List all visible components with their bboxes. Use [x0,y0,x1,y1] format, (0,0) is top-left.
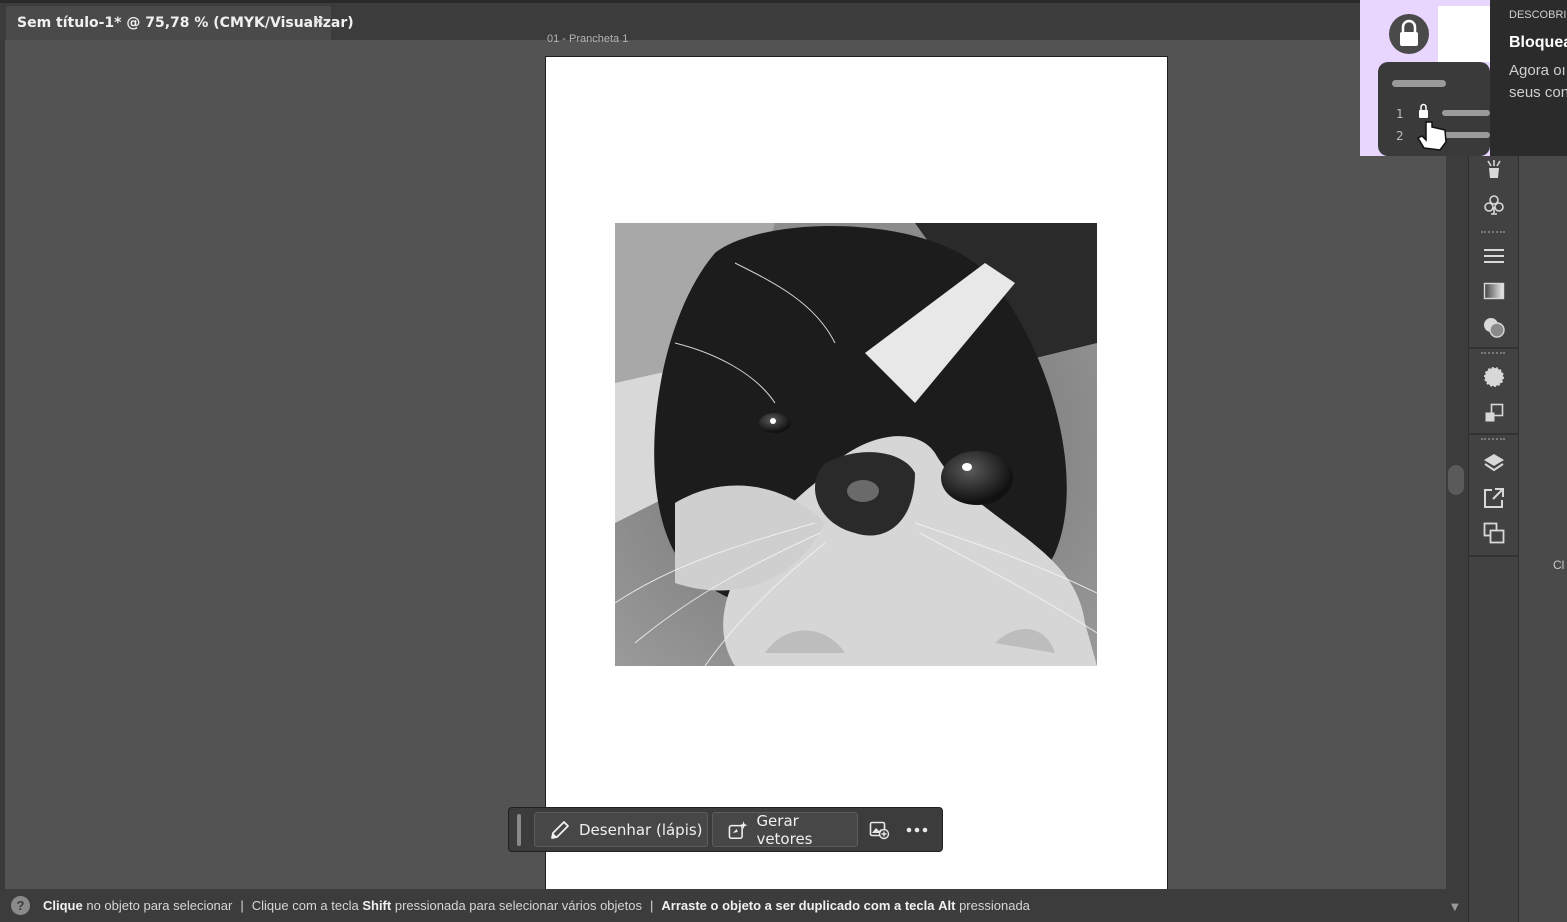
pencil-icon [551,820,569,839]
transform-icon[interactable] [1481,400,1507,426]
hint-shift-rest: pressionada para selecionar vários objet… [394,898,642,913]
export-icon[interactable] [1481,485,1507,511]
discover-popup[interactable]: 1 2 DESCOBRIR Bloquea Agora oı seus con [1360,0,1567,156]
cat-photo-image [615,223,1097,666]
scrollbar-thumb[interactable] [1448,465,1464,495]
hint-alt-key: Alt [938,898,956,913]
image-options-icon [869,821,890,840]
cat-photo[interactable] [615,223,1097,666]
panel-group-grip[interactable] [1481,438,1505,443]
hint-shift-bold: Shift [362,898,392,913]
generate-vectors-icon [728,820,748,839]
draw-pencil-button[interactable]: Desenhar (lápis) [534,812,708,847]
hint-click-bold: Clique [43,898,83,913]
more-icon [906,827,928,833]
taskbar-grip-handle[interactable] [517,814,521,846]
draw-pencil-label: Desenhar (lápis) [579,820,703,839]
panel-divider [1469,347,1518,349]
help-icon[interactable]: ? [11,896,30,915]
layers-icon[interactable] [1481,450,1507,476]
status-separator: | [650,898,654,913]
promo-body-line-1: Agora oı [1509,62,1566,79]
appearance-icon[interactable] [1481,364,1507,390]
align-icon[interactable] [1481,243,1507,269]
promo-kicker: DESCOBRIR [1509,9,1567,21]
hint-click-rest: no objeto para selecionar [86,898,233,913]
symbols-icon[interactable] [1481,192,1507,218]
status-bar: ? Clique no objeto para selecionar | Cli… [0,889,1446,922]
artboards-icon[interactable] [1481,520,1507,546]
hint-alt-rest: pressionada [959,898,1030,913]
generate-vectors-label: Gerar vetores [756,811,813,848]
scroll-down-arrow[interactable]: ▼ [1451,902,1459,913]
transparency-icon[interactable] [1481,314,1507,340]
hint-shift-start: Clique com a tecla [251,898,359,913]
promo-body: Agora oı seus con [1509,60,1567,104]
vertical-scrollbar[interactable]: ▼ [1446,40,1468,922]
hint-alt-bold: Arraste o objeto a ser duplicado com a t… [661,898,935,913]
document-tab-title: Sem título-1* @ 75,78 % (CMYK/Visualizar… [17,15,354,31]
promo-list-number-2: 2 [1396,129,1404,143]
contextual-taskbar: Desenhar (lápis) Gerar vetores [508,807,943,852]
panel-group-grip[interactable] [1481,352,1505,357]
close-tab-icon[interactable]: ✕ [313,14,325,30]
puppet-warp-icon[interactable] [1481,157,1507,183]
gradient-icon[interactable] [1481,278,1507,304]
promo-illustration: 1 2 [1360,0,1490,156]
more-options-button[interactable] [905,820,929,844]
generate-vectors-button[interactable]: Gerar vetores [712,811,858,848]
panel-group-grip[interactable] [1481,231,1505,236]
artboard-label[interactable]: 01 - Prancheta 1 [547,33,628,45]
promo-list-number-1: 1 [1396,107,1404,121]
promo-title: Bloquea [1509,34,1567,51]
promo-body-line-2: seus con [1509,84,1567,101]
status-separator: | [240,898,244,913]
panel-divider [1469,433,1518,435]
document-tab[interactable]: Sem título-1* @ 75,78 % (CMYK/Visualizar… [6,6,354,40]
image-options-button[interactable] [868,818,890,844]
panel-divider [1469,555,1518,557]
document-tab-bar: Sem título-1* @ 75,78 % (CMYK/Visualizar… [0,0,1360,40]
clipped-panel-label: Cl [1553,558,1565,572]
